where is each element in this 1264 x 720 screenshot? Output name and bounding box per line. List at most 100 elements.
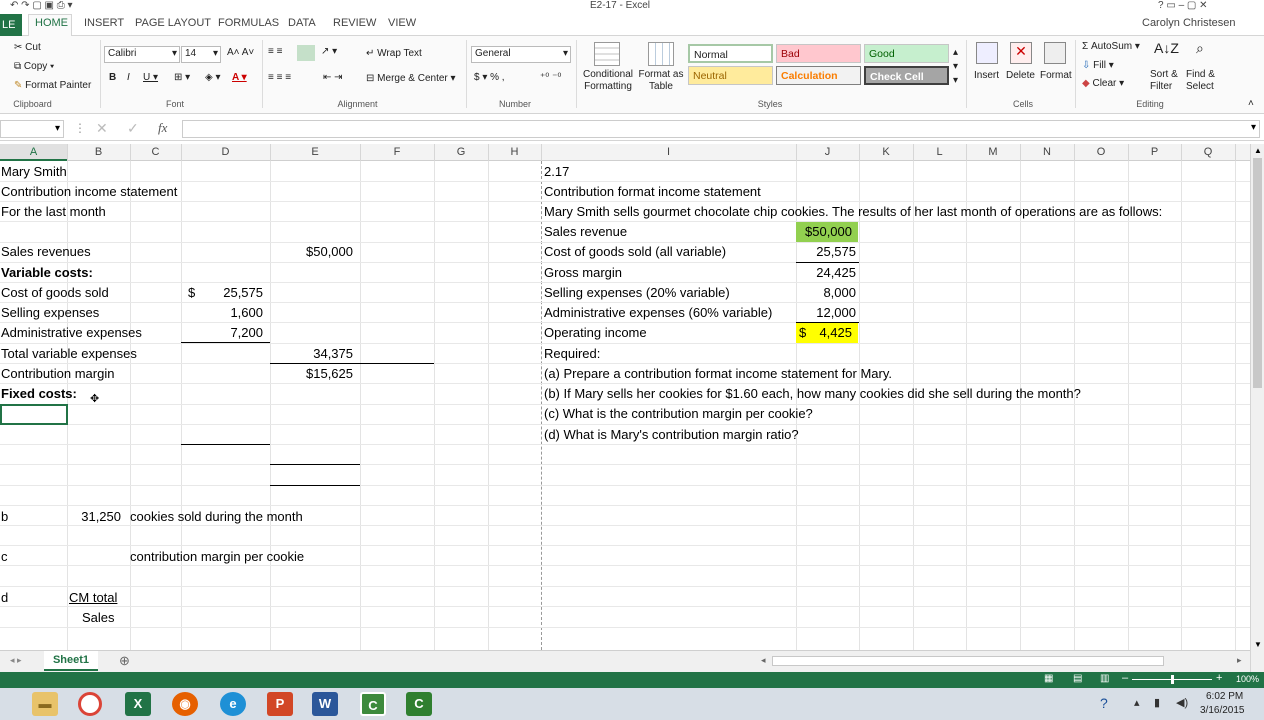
scroll-down-icon[interactable]: ▼: [1254, 640, 1262, 649]
cell-a12[interactable]: Fixed costs:: [1, 386, 77, 402]
delete-button[interactable]: Delete: [1006, 70, 1035, 81]
camtasia-recorder-icon[interactable]: C: [406, 692, 432, 716]
camtasia-icon[interactable]: C: [360, 692, 386, 716]
firefox-icon[interactable]: ◉: [172, 692, 198, 716]
cell-j9[interactable]: 4,425: [796, 325, 852, 341]
style-normal[interactable]: Normal: [688, 44, 773, 63]
style-good[interactable]: Good: [864, 44, 949, 63]
style-check-cell[interactable]: Check Cell: [864, 66, 949, 85]
formula-input[interactable]: ▾: [182, 120, 1260, 138]
hscroll-left-icon[interactable]: ◂: [761, 655, 766, 666]
zoom-level[interactable]: 100%: [1236, 674, 1259, 684]
sheet-nav-icon[interactable]: ◂ ▸: [10, 655, 22, 666]
tab-data[interactable]: DATA: [288, 17, 316, 29]
cell-d8[interactable]: 1,600: [181, 305, 263, 321]
cell-j7[interactable]: 8,000: [796, 285, 856, 301]
cell-j6[interactable]: 24,425: [796, 265, 856, 281]
cell-a7[interactable]: Cost of goods sold: [1, 285, 109, 301]
word-icon[interactable]: W: [312, 692, 338, 716]
cell-i13[interactable]: (c) What is the contribution margin per …: [544, 406, 813, 422]
column-header-l[interactable]: L: [913, 146, 966, 158]
worksheet-grid[interactable]: Mary Smith Contribution income statement…: [0, 161, 1250, 650]
tab-home[interactable]: HOME: [35, 17, 68, 29]
fill-color-icon[interactable]: ◈ ▾: [205, 72, 221, 83]
insert-function-icon[interactable]: fx: [158, 120, 167, 136]
underline-button[interactable]: U ▾: [143, 72, 158, 83]
cell-a6[interactable]: Variable costs:: [1, 265, 93, 281]
hscroll-right-icon[interactable]: ▸: [1237, 655, 1242, 666]
column-header-g[interactable]: G: [434, 146, 488, 158]
clock-time[interactable]: 6:02 PM: [1206, 691, 1243, 702]
cell-i9[interactable]: Operating income: [544, 325, 647, 341]
column-header-m[interactable]: M: [966, 146, 1020, 158]
cell-j5[interactable]: 25,575: [796, 244, 856, 260]
zoom-in-icon[interactable]: +: [1216, 672, 1222, 684]
cell-j8[interactable]: 12,000: [796, 305, 856, 321]
format-painter-button[interactable]: ✎ Format Painter: [14, 80, 91, 91]
selected-cell-a13[interactable]: [0, 404, 68, 425]
column-header-o[interactable]: O: [1074, 146, 1128, 158]
insert-button[interactable]: Insert: [974, 70, 999, 81]
tab-page-layout[interactable]: PAGE LAYOUT: [135, 17, 211, 29]
cell-i4[interactable]: Sales revenue: [544, 224, 627, 240]
cut-button[interactable]: ✂ Cut: [14, 42, 41, 53]
cell-c18[interactable]: cookies sold during the month: [130, 509, 303, 525]
cell-a20[interactable]: c: [1, 549, 8, 565]
scroll-thumb[interactable]: [1253, 158, 1262, 388]
cell-a18[interactable]: b: [1, 509, 8, 525]
style-bad[interactable]: Bad: [776, 44, 861, 63]
cell-e5[interactable]: $50,000: [270, 244, 353, 260]
font-color-icon[interactable]: A ▾: [232, 72, 247, 83]
chrome-icon[interactable]: [78, 692, 102, 716]
excel-icon[interactable]: X: [125, 692, 151, 716]
column-header-d[interactable]: D: [181, 146, 270, 158]
currency-icon[interactable]: $ ▾ % ,: [474, 72, 505, 83]
scroll-up-icon[interactable]: ▲: [1254, 146, 1262, 155]
user-name[interactable]: Carolyn Christesen: [1142, 17, 1236, 29]
format-button[interactable]: Format: [1040, 70, 1072, 81]
tab-review[interactable]: REVIEW: [333, 17, 376, 29]
cell-i12[interactable]: (b) If Mary sells her cookies for $1.60 …: [544, 386, 1081, 402]
help-icon[interactable]: ?: [1100, 695, 1108, 711]
merge-center-button[interactable]: ⊟ Merge & Center ▾: [366, 73, 456, 84]
cell-i8[interactable]: Administrative expenses (60% variable): [544, 305, 772, 321]
indent-icon[interactable]: ⇤ ⇥: [323, 72, 343, 83]
cell-e11[interactable]: $15,625: [270, 366, 353, 382]
sheet-tab-sheet1[interactable]: Sheet1: [44, 651, 98, 671]
cell-i5[interactable]: Cost of goods sold (all variable): [544, 244, 726, 260]
cell-a1[interactable]: Mary Smith: [1, 164, 67, 180]
cell-a9[interactable]: Administrative expenses: [1, 325, 142, 341]
cell-b18[interactable]: 31,250: [67, 509, 121, 525]
column-header-j[interactable]: J: [796, 146, 859, 158]
volume-icon[interactable]: ◀): [1176, 696, 1188, 709]
font-name-select[interactable]: Calibri ▾: [104, 46, 180, 63]
name-box[interactable]: ▾: [0, 120, 64, 138]
style-neutral[interactable]: Neutral: [688, 66, 773, 85]
cell-a22[interactable]: d: [1, 590, 8, 606]
column-header-q[interactable]: Q: [1181, 146, 1235, 158]
cell-a11[interactable]: Contribution margin: [1, 366, 114, 382]
cell-i14[interactable]: (d) What is Mary's contribution margin r…: [544, 427, 799, 443]
cell-e10[interactable]: 34,375: [270, 346, 353, 362]
column-header-a[interactable]: A: [0, 146, 67, 158]
copy-button[interactable]: ⧉ Copy ▾: [14, 61, 54, 72]
tab-file[interactable]: LE: [0, 14, 22, 36]
window-controls[interactable]: ? ▭ – ▢ ✕: [1158, 0, 1208, 11]
format-as-table-button[interactable]: Format as Table: [637, 69, 685, 93]
tab-insert[interactable]: INSERT: [84, 17, 124, 29]
cell-b22[interactable]: CM total: [69, 590, 117, 606]
cell-a5[interactable]: Sales revenues: [1, 244, 91, 260]
wrap-text-button[interactable]: ↵ Wrap Text: [366, 48, 422, 59]
powerpoint-icon[interactable]: P: [267, 692, 293, 716]
column-header-f[interactable]: F: [360, 146, 434, 158]
tab-view[interactable]: VIEW: [388, 17, 416, 29]
number-format-select[interactable]: General ▾: [471, 46, 571, 63]
cell-a10[interactable]: Total variable expenses: [1, 346, 137, 362]
borders-icon[interactable]: ⊞ ▾: [174, 72, 190, 83]
file-explorer-icon[interactable]: ▬: [32, 692, 58, 716]
internet-explorer-icon[interactable]: e: [220, 692, 246, 716]
styles-scroll-icon[interactable]: ▴ ▾ ▾: [953, 46, 958, 88]
tray-arrow-icon[interactable]: ▴: [1134, 696, 1140, 709]
orientation-icon[interactable]: ↗ ▾: [321, 46, 337, 57]
column-header-k[interactable]: K: [859, 146, 913, 158]
